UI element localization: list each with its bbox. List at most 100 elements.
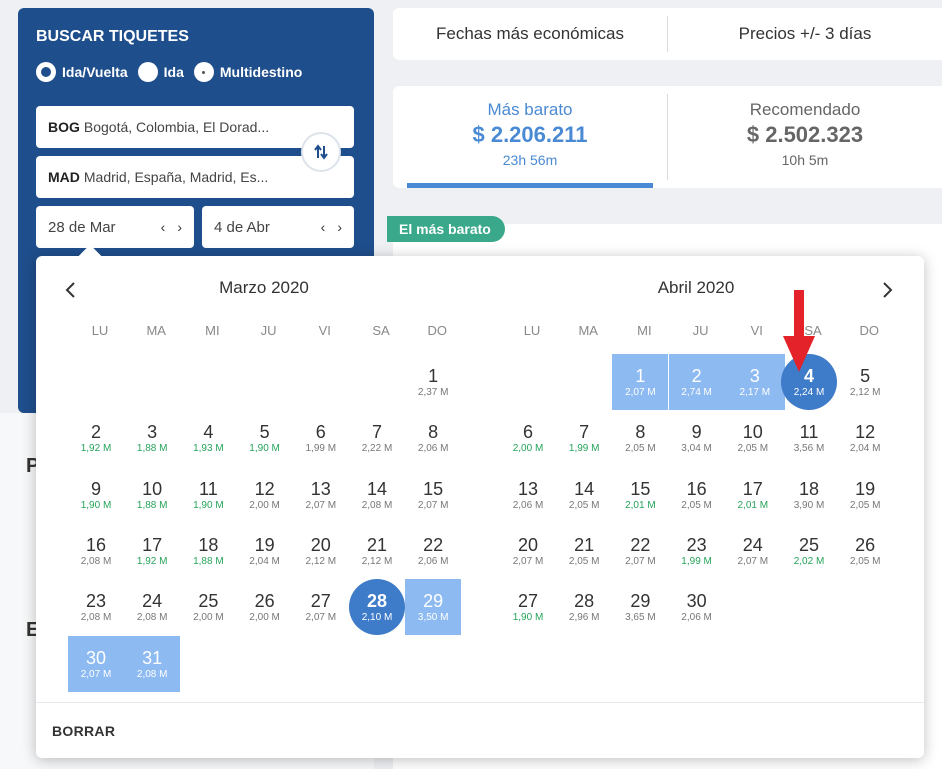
calendar-day[interactable]: 29 3,65 M: [612, 579, 668, 635]
calendar-day[interactable]: 12 2,00 M: [237, 467, 293, 523]
calendar-day[interactable]: 12 2,04 M: [837, 410, 893, 466]
calendar-day[interactable]: 23 2,08 M: [68, 579, 124, 635]
clear-button[interactable]: BORRAR: [52, 723, 115, 739]
calendar-day[interactable]: 22 2,06 M: [405, 523, 461, 579]
calendar-day[interactable]: 13 2,06 M: [500, 467, 556, 523]
calendar-day[interactable]: 11 1,90 M: [180, 467, 236, 523]
calendar-day[interactable]: 1 2,37 M: [405, 354, 461, 410]
trip-type-multicity[interactable]: Multidestino: [193, 62, 302, 82]
swap-button[interactable]: [301, 132, 341, 172]
calendar-day[interactable]: 21 2,12 M: [349, 523, 405, 579]
trip-type-oneway[interactable]: Ida: [137, 62, 184, 82]
calendar-day[interactable]: 8 2,05 M: [612, 410, 668, 466]
calendar-day[interactable]: 1 2,07 M: [612, 354, 669, 410]
calendar-day[interactable]: 11 3,56 M: [781, 410, 837, 466]
calendar-day[interactable]: 19 2,05 M: [837, 467, 893, 523]
depart-date-field[interactable]: 28 de Mar ‹ ›: [36, 206, 194, 248]
calendar-day[interactable]: 19 2,04 M: [237, 523, 293, 579]
calendar-day[interactable]: 22 2,07 M: [612, 523, 668, 579]
calendar-day[interactable]: 24 2,08 M: [124, 579, 180, 635]
calendar-day[interactable]: 2 2,74 M: [668, 354, 725, 410]
price-option-recommended[interactable]: Recomendado $ 2.502.323 10h 5m: [668, 86, 942, 188]
prev-month-button[interactable]: [58, 278, 82, 302]
trip-type-roundtrip[interactable]: Ida/Vuelta: [36, 62, 128, 82]
calendar-day[interactable]: 16 2,05 M: [669, 467, 725, 523]
calendar-day[interactable]: 20 2,12 M: [293, 523, 349, 579]
calendar-day[interactable]: 10 1,88 M: [124, 467, 180, 523]
calendar-day[interactable]: 28 2,10 M: [349, 579, 405, 636]
calendar-day[interactable]: 3 1,88 M: [124, 410, 180, 466]
tab-price-range[interactable]: Precios +/- 3 días: [668, 8, 942, 60]
calendar-day[interactable]: 7 1,99 M: [556, 410, 612, 466]
next-month-button[interactable]: [876, 278, 900, 302]
calendar-day[interactable]: 23 1,99 M: [669, 523, 725, 579]
tab-cheapest-dates[interactable]: Fechas más económicas: [393, 8, 667, 60]
day-number: 24: [742, 534, 763, 555]
calendar-day[interactable]: 9 3,04 M: [669, 410, 725, 466]
calendar-day[interactable]: 7 2,22 M: [349, 410, 405, 466]
price-options: Más barato $ 2.206.211 23h 56m Recomenda…: [393, 86, 942, 188]
radio-selected-icon: [36, 62, 56, 82]
calendar-day[interactable]: 25 2,00 M: [180, 579, 236, 635]
calendar-day[interactable]: 29 3,50 M: [405, 579, 462, 636]
chevron-right-icon[interactable]: ›: [177, 219, 182, 235]
calendar-day[interactable]: 9 1,90 M: [68, 467, 124, 523]
calendar-day[interactable]: 5 1,90 M: [237, 410, 293, 466]
day-number: 14: [366, 478, 388, 499]
calendar-day[interactable]: 27 2,07 M: [293, 579, 349, 635]
calendar-day[interactable]: 18 1,88 M: [180, 523, 236, 579]
calendar-day[interactable]: 17 2,01 M: [725, 467, 781, 523]
calendar-day[interactable]: 6 2,00 M: [500, 410, 556, 466]
day-number: 27: [310, 591, 331, 612]
calendar-day[interactable]: 14 2,05 M: [556, 467, 612, 523]
day-price: 2,12 M: [849, 387, 881, 398]
day-price: 2,06 M: [417, 443, 449, 455]
return-date-field[interactable]: 4 de Abr ‹ ›: [202, 206, 354, 248]
calendar-day[interactable]: 21 2,05 M: [556, 523, 612, 579]
calendar-day[interactable]: 18 3,90 M: [781, 467, 837, 523]
calendar-day[interactable]: 25 2,02 M: [781, 523, 837, 579]
day-number: 11: [199, 478, 218, 499]
calendar-day[interactable]: 17 1,92 M: [124, 523, 180, 579]
day-number: 29: [630, 591, 651, 612]
calendar-day[interactable]: 16 2,08 M: [68, 523, 124, 579]
weekday-label: VI: [750, 323, 763, 338]
calendar-day[interactable]: 27 1,90 M: [500, 579, 556, 635]
calendar-day[interactable]: 14 2,08 M: [349, 467, 405, 523]
day-number: 6: [315, 422, 326, 443]
day-price: 3,50 M: [417, 612, 449, 624]
day-number: 26: [254, 591, 275, 612]
calendar-day[interactable]: 26 2,00 M: [237, 579, 293, 635]
calendar-day[interactable]: 24 2,07 M: [725, 523, 781, 579]
chevron-left-icon[interactable]: ‹: [321, 219, 326, 235]
calendar-day[interactable]: 30 2,07 M: [68, 635, 124, 692]
calendar-day[interactable]: 4 1,93 M: [180, 410, 236, 466]
calendar-day[interactable]: 15 2,01 M: [612, 467, 668, 523]
chevron-right-icon[interactable]: ›: [337, 219, 342, 235]
day-price: 2,07 M: [305, 499, 337, 511]
day-number: 5: [259, 422, 270, 443]
calendar-day[interactable]: 10 2,05 M: [725, 410, 781, 466]
calendar-day[interactable]: 3 2,17 M: [724, 354, 785, 410]
calendar-day[interactable]: 26 2,05 M: [837, 523, 893, 579]
calendar-day[interactable]: 28 2,96 M: [556, 579, 612, 635]
radio-icon: [137, 62, 158, 82]
calendar-day[interactable]: 30 2,06 M: [669, 579, 725, 635]
day-price: 1,99 M: [568, 443, 600, 455]
calendar-day[interactable]: 8 2,06 M: [405, 410, 461, 466]
calendar-day[interactable]: 20 2,07 M: [500, 523, 556, 579]
calendar-day[interactable]: 2 1,92 M: [68, 410, 124, 466]
day-price: 1,90 M: [193, 499, 224, 511]
calendar-day[interactable]: 13 2,07 M: [293, 467, 349, 523]
day-number: 18: [798, 478, 820, 499]
chevron-left-icon[interactable]: ‹: [161, 219, 166, 235]
calendar-day[interactable]: 5 2,12 M: [837, 354, 893, 410]
day-price: 2,08 M: [80, 612, 112, 624]
day-number: 16: [85, 534, 107, 555]
price-option-label: Más barato: [487, 100, 573, 119]
calendar-day[interactable]: 31 2,08 M: [124, 635, 181, 692]
calendar-day[interactable]: 15 2,07 M: [405, 467, 461, 523]
price-option-cheapest[interactable]: Más barato $ 2.206.211 23h 56m: [393, 86, 667, 188]
calendar-day[interactable]: 6 1,99 M: [293, 410, 349, 466]
return-date: 4 de Abr: [214, 218, 270, 236]
